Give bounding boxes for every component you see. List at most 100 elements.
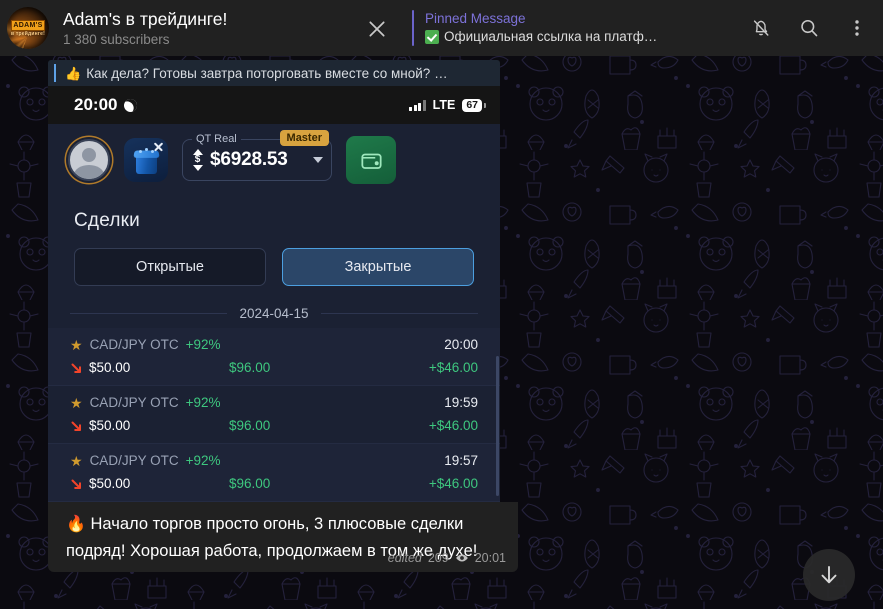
arrow-down-icon <box>821 566 837 584</box>
status-time: 20:00 <box>74 95 118 114</box>
thumbs-up-icon: 👍 <box>65 65 82 81</box>
close-chat-button[interactable] <box>360 12 394 46</box>
status-time-group: 20:00 <box>74 95 140 115</box>
trade-payout: +92% <box>185 453 221 468</box>
close-icon[interactable] <box>153 141 164 152</box>
trade-amount: $50.00 <box>89 360 131 375</box>
trade-row-top: ★ CAD/JPY OTC +92% 19:59 <box>70 394 478 412</box>
trade-payout: +92% <box>185 337 221 352</box>
trade-pair: CAD/JPY OTC <box>89 453 179 468</box>
user-avatar[interactable] <box>68 139 110 181</box>
message-group: 👍 Как дела? Готовы завтра поторговать вм… <box>48 56 518 572</box>
edited-label: edited <box>387 551 422 565</box>
trade-time: 19:59 <box>444 395 478 410</box>
tab-open-label: Открытые <box>136 259 204 275</box>
date-separator: 2024-04-15 <box>48 290 500 321</box>
reply-accent-bar <box>54 64 56 82</box>
gift-box-icon <box>132 148 160 175</box>
trade-row-bottom: $50.00 $96.00 +$46.00 <box>70 417 478 435</box>
telegram-chat-window: ADAM'S в трейдинге! Adam's в трейдинге! … <box>0 0 883 609</box>
trade-payout: +92% <box>185 395 221 410</box>
status-indicators: LTE 67 <box>409 98 486 112</box>
dollar-switch-icon: $ <box>191 147 204 173</box>
trade-list: ★ CAD/JPY OTC +92% 20:00 $50.00 $96.00 +… <box>48 328 500 502</box>
trade-paid: $96.00 <box>229 360 271 375</box>
deals-date: 2024-04-15 <box>239 306 309 321</box>
tab-closed-label: Закрытые <box>344 259 412 275</box>
balance-amount: $6928.53 <box>210 149 288 170</box>
trade-time: 19:57 <box>444 453 478 468</box>
trade-profit: +$46.00 <box>428 476 478 491</box>
reply-quote[interactable]: 👍 Как дела? Готовы завтра поторговать вм… <box>48 60 500 86</box>
chevron-down-icon <box>313 157 323 163</box>
trade-row-bottom: $50.00 $96.00 +$46.00 <box>70 359 478 377</box>
more-menu-icon <box>855 20 859 36</box>
eye-icon <box>455 554 468 562</box>
star-icon[interactable]: ★ <box>70 396 83 410</box>
app-scrollbar[interactable] <box>496 356 499 496</box>
scroll-to-bottom-button[interactable] <box>803 549 855 601</box>
pinned-message-bar[interactable]: Pinned Message Официальная ссылка на пла… <box>412 6 702 50</box>
tab-closed-deals[interactable]: Закрытые <box>282 248 474 286</box>
trade-row-top: ★ CAD/JPY OTC +92% 19:57 <box>70 452 478 470</box>
channel-subscribers: 1 380 subscribers <box>63 31 170 47</box>
wallet-icon <box>360 153 382 169</box>
mute-button[interactable] <box>743 10 779 46</box>
network-type: LTE <box>432 98 456 112</box>
deals-title: Сделки <box>74 210 140 231</box>
message-bubble[interactable]: 🔥 Начало торгов просто огонь, 3 плюсовые… <box>48 502 518 572</box>
close-icon <box>369 21 385 37</box>
header-actions <box>743 0 875 56</box>
views-count: 209 <box>427 551 449 565</box>
arrow-down-right-icon <box>70 420 83 433</box>
pinned-accent-bar <box>412 10 414 46</box>
trade-time: 20:00 <box>444 337 478 352</box>
tab-open-deals[interactable]: Открытые <box>74 248 266 286</box>
avatar-logo-text: ADAM'S <box>11 20 45 31</box>
attached-screenshot[interactable]: 20:00 LTE 67 QT Real Master $ $6928.53 С… <box>48 86 500 502</box>
divider-left <box>70 313 228 314</box>
more-menu-button[interactable] <box>839 10 875 46</box>
star-icon[interactable]: ★ <box>70 338 83 352</box>
deals-tabs: Открытые Закрытые <box>48 232 500 286</box>
trade-row-top: ★ CAD/JPY OTC +92% 20:00 <box>70 336 478 354</box>
crescent-moon-icon <box>122 96 140 114</box>
pinned-message-label: Pinned Message <box>425 11 526 26</box>
table-row[interactable]: ★ CAD/JPY OTC +92% 20:00 $50.00 $96.00 +… <box>48 328 500 386</box>
battery-level: 67 <box>462 98 486 112</box>
channel-info[interactable]: Adam's в трейдинге! 1 380 subscribers <box>63 9 363 48</box>
app-account-bar: QT Real Master $ $6928.53 <box>48 124 500 196</box>
reply-quote-content: 👍 Как дела? Готовы завтра поторговать вм… <box>65 65 448 82</box>
wallet-button[interactable] <box>346 136 396 184</box>
trade-asset-group: ★ CAD/JPY OTC +92% <box>70 336 220 354</box>
message-time: 20:01 <box>474 551 506 565</box>
star-icon[interactable]: ★ <box>70 454 83 468</box>
gift-promo-button[interactable] <box>124 138 168 182</box>
trade-row-bottom: $50.00 $96.00 +$46.00 <box>70 475 478 493</box>
channel-avatar[interactable]: ADAM'S в трейдинге! <box>7 7 49 49</box>
pinned-message-preview: Официальная ссылка на платф… <box>425 27 657 46</box>
white-check-mark-icon <box>425 29 439 44</box>
pinned-texts: Pinned Message Официальная ссылка на пла… <box>425 10 657 46</box>
trade-pair: CAD/JPY OTC <box>89 337 179 352</box>
balance-selector[interactable]: QT Real Master $ $6928.53 <box>182 130 332 181</box>
trade-asset-group: ★ CAD/JPY OTC +92% <box>70 452 220 470</box>
search-icon <box>801 19 818 37</box>
trade-paid: $96.00 <box>229 476 271 491</box>
table-row[interactable]: ★ CAD/JPY OTC +92% 19:57 $50.00 $96.00 +… <box>48 444 500 502</box>
trade-asset-group: ★ CAD/JPY OTC +92% <box>70 394 220 412</box>
fire-icon: 🔥 <box>66 516 86 533</box>
arrow-down-right-icon <box>70 362 83 375</box>
phone-status-bar: 20:00 LTE 67 <box>48 86 500 124</box>
notifications-muted-icon <box>753 20 769 36</box>
trade-profit: +$46.00 <box>428 360 478 375</box>
chat-header: ADAM'S в трейдинге! Adam's в трейдинге! … <box>0 0 883 56</box>
trade-paid: $96.00 <box>229 418 271 433</box>
channel-title: Adam's в трейдинге! <box>63 8 228 29</box>
table-row[interactable]: ★ CAD/JPY OTC +92% 19:59 $50.00 $96.00 +… <box>48 386 500 444</box>
avatar-logo-subtext: в трейдинге! <box>10 31 46 37</box>
search-button[interactable] <box>791 10 827 46</box>
pinned-message-text: Официальная ссылка на платф… <box>444 29 658 44</box>
deals-section: Сделки Открытые Закрытые 2024-04-15 ★ CA… <box>48 196 500 502</box>
trade-profit: +$46.00 <box>428 418 478 433</box>
